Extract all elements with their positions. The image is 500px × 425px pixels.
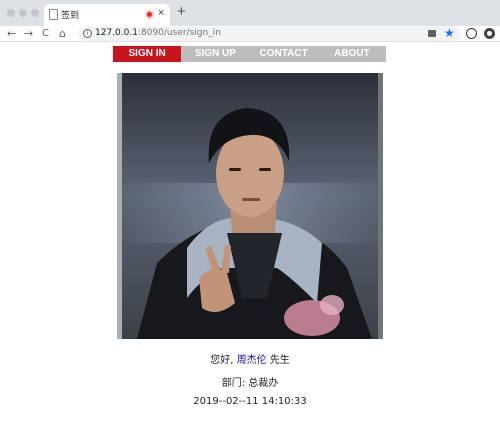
url-host: 127.0.0.1 [95,28,138,38]
new-tab-icon[interactable]: + [177,3,186,21]
greeting-line: 您好, 周杰伦 先生 [0,351,500,366]
forward-arrow-icon[interactable]: → [24,27,33,41]
window-minimize-dot[interactable] [19,9,27,17]
tab-title: 签到 [61,11,80,21]
home-icon[interactable]: ⌂ [59,27,66,41]
sign-in-timestamp: 2019--02--11 14:10:33 [193,396,307,407]
close-icon[interactable]: × [158,7,164,19]
nav-about[interactable]: ABOUT [318,46,386,62]
nav-contact[interactable]: CONTACT [250,46,318,62]
browser-tab[interactable]: 签到 × [44,4,170,26]
back-arrow-icon[interactable]: ← [7,27,16,41]
window-close-dot[interactable] [7,9,15,17]
nav-sign-up[interactable]: SIGN UP [181,46,249,62]
extension-icon[interactable] [484,28,495,39]
greeting-suffix: 先生 [269,355,290,366]
department-line: 部门: 总裁办 [0,374,500,389]
main-nav: SIGN IN SIGN UP CONTACT ABOUT [113,46,386,62]
greeting-prefix: 您好, [210,355,234,366]
address-bar[interactable]: i 127.0.0.1:8090/user/sign_in ★ [78,26,461,41]
browser-toolbar: ← → C ⌂ i 127.0.0.1:8090/user/sign_in ★ [0,26,500,42]
recording-icon [145,10,154,19]
url-text[interactable]: 127.0.0.1:8090/user/sign_in [95,28,221,38]
user-photo [117,73,383,339]
user-name-link[interactable]: 周杰伦 [237,355,267,366]
reload-icon[interactable]: C [42,27,49,41]
portrait-illustration [117,73,383,339]
window-maximize-dot[interactable] [31,9,39,17]
department-value: 总裁办 [248,378,279,389]
profile-icon[interactable] [466,28,477,39]
bookmark-star-icon[interactable]: ★ [444,26,455,40]
camera-icon[interactable] [428,30,436,37]
url-path: :8090/user/sign_in [137,28,221,38]
department-label: 部门: [221,378,246,389]
browser-tab-bar: 签到 × + [0,0,500,26]
info-icon[interactable]: i [83,29,92,38]
page-icon [49,9,58,20]
nav-sign-in[interactable]: SIGN IN [113,46,182,62]
